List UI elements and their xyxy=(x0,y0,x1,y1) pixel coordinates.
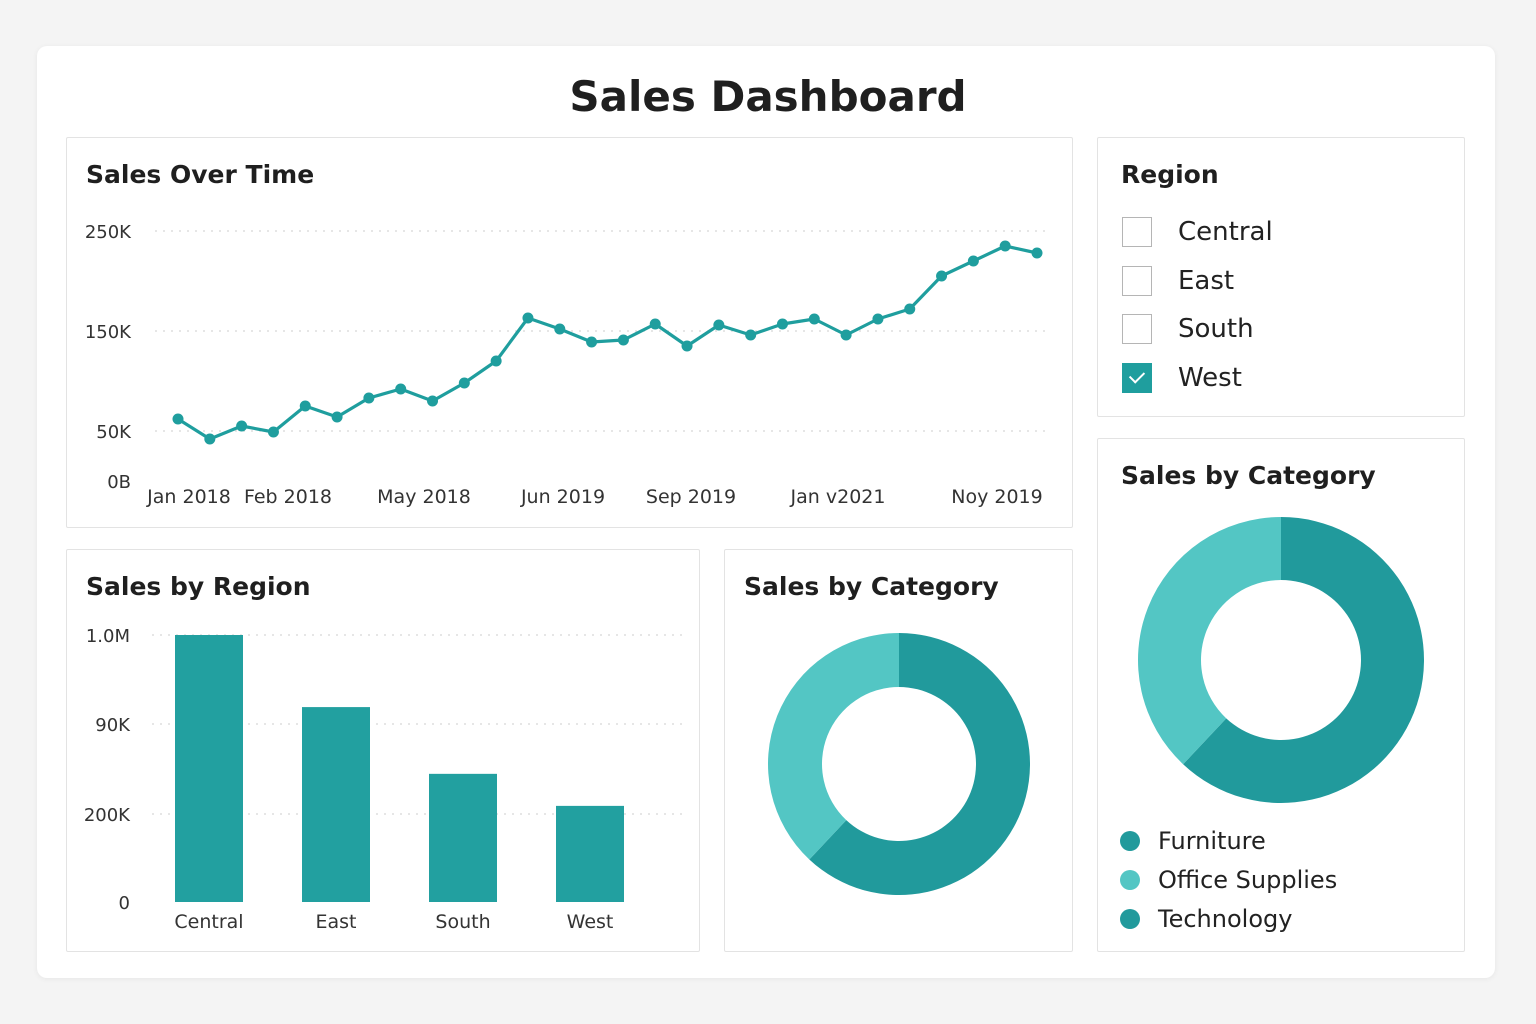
sales-by-category-legend-card: Sales by Category Furniture Office Suppl… xyxy=(1097,438,1465,952)
data-point xyxy=(872,313,884,325)
data-point xyxy=(745,329,757,341)
data-point xyxy=(936,270,948,282)
data-point xyxy=(554,323,566,335)
sales-by-category-card: Sales by Category xyxy=(724,549,1073,952)
sales-by-region-card: 1.0M 90K 200K 0 Central East South West Sales b… xyxy=(66,549,700,952)
data-point xyxy=(172,413,184,425)
donut-slice xyxy=(768,633,899,860)
region-option-label: East xyxy=(1178,265,1235,296)
region-option-label: Central xyxy=(1178,217,1273,248)
bar xyxy=(429,773,497,902)
data-point xyxy=(299,400,311,412)
data-point xyxy=(904,303,916,315)
data-point xyxy=(776,318,788,330)
x-tick-label: South xyxy=(435,911,490,933)
data-point xyxy=(681,340,693,352)
data-point xyxy=(427,395,439,407)
region-slicer-list: Central East South West xyxy=(1122,208,1273,402)
check-icon xyxy=(1128,367,1146,384)
data-point xyxy=(363,392,375,404)
x-tick-label: Jun 2019 xyxy=(520,486,605,508)
donut-slice xyxy=(1138,517,1281,765)
data-point xyxy=(713,319,725,331)
y-tick-label: 250K xyxy=(85,222,132,243)
legend-label: Office Supplies xyxy=(1158,865,1338,894)
data-point xyxy=(967,255,979,267)
legend-item-office-supplies[interactable]: Office Supplies xyxy=(1120,860,1337,899)
y-tick-label: 150K xyxy=(85,322,132,343)
data-point xyxy=(840,329,852,341)
region-option-central[interactable]: Central xyxy=(1122,208,1273,257)
y-tick-label: 1.0M xyxy=(86,626,130,647)
sales-by-category-title: Sales by Category xyxy=(744,572,999,601)
x-tick-label: East xyxy=(316,911,357,933)
category-legend: Furniture Office Supplies Technology xyxy=(1120,821,1337,938)
data-point xyxy=(395,383,407,395)
checkbox[interactable] xyxy=(1122,362,1152,393)
y-tick-label: 0B xyxy=(107,472,131,493)
legend-swatch xyxy=(1120,869,1140,890)
data-point xyxy=(808,313,820,325)
sales-over-time-card: 250K 150K 50K 0B Jan 2018 Feb 2018 May 2018 Jun… xyxy=(66,137,1073,528)
y-tick-label: 0 xyxy=(119,893,130,914)
page-title: Sales Dashboard xyxy=(569,72,967,121)
y-tick-label: 200K xyxy=(84,805,131,826)
data-point xyxy=(458,377,470,389)
data-point xyxy=(331,411,343,423)
region-option-south[interactable]: South xyxy=(1122,305,1273,354)
bar xyxy=(175,635,243,902)
data-point xyxy=(586,336,598,348)
checkbox[interactable] xyxy=(1122,314,1152,345)
sales-over-time-chart: 250K 150K 50K 0B Jan 2018 Feb 2018 May 2018 Jun… xyxy=(85,222,1047,508)
checkbox[interactable] xyxy=(1122,265,1152,296)
region-slicer-title: Region xyxy=(1121,160,1219,189)
x-tick-label: Sep 2019 xyxy=(646,486,736,508)
x-tick-label: Central xyxy=(174,911,243,933)
x-tick-label: Noy 2019 xyxy=(951,486,1042,508)
data-point xyxy=(490,355,502,367)
y-tick-label: 50K xyxy=(96,422,132,443)
region-option-label: South xyxy=(1178,314,1254,345)
bar xyxy=(556,805,624,902)
x-tick-label: May 2018 xyxy=(377,486,471,508)
data-point xyxy=(267,426,279,438)
legend-label: Technology xyxy=(1158,904,1293,933)
region-option-label: West xyxy=(1178,362,1242,393)
data-point xyxy=(617,334,629,346)
data-point xyxy=(1031,247,1043,259)
legend-item-technology[interactable]: Technology xyxy=(1120,899,1337,938)
data-point xyxy=(236,420,248,432)
legend-item-furniture[interactable]: Furniture xyxy=(1120,821,1337,860)
data-point xyxy=(204,433,216,445)
checkbox[interactable] xyxy=(1122,217,1152,248)
region-option-east[interactable]: East xyxy=(1122,257,1273,306)
sales-by-category-legend-title: Sales by Category xyxy=(1121,461,1376,490)
y-tick-label: 90K xyxy=(95,715,131,736)
sales-by-region-chart: 1.0M 90K 200K 0 Central East South West xyxy=(84,626,682,933)
data-point xyxy=(522,312,534,324)
bar xyxy=(302,707,370,902)
x-tick-label: Jan v2021 xyxy=(790,486,886,508)
region-slicer-card: Region Central East South West xyxy=(1097,137,1465,417)
legend-swatch xyxy=(1120,830,1140,851)
data-point xyxy=(649,318,661,330)
region-option-west[interactable]: West xyxy=(1122,354,1273,403)
data-point xyxy=(999,240,1011,252)
legend-swatch xyxy=(1120,908,1140,929)
sales-over-time-title: Sales Over Time xyxy=(86,160,315,189)
x-tick-label: Jan 2018 xyxy=(146,486,231,508)
sales-by-region-title: Sales by Region xyxy=(86,572,311,601)
x-tick-label: West xyxy=(567,911,614,933)
legend-label: Furniture xyxy=(1158,826,1266,855)
sales-by-category-donut xyxy=(768,633,1030,895)
x-tick-label: Feb 2018 xyxy=(244,486,332,508)
